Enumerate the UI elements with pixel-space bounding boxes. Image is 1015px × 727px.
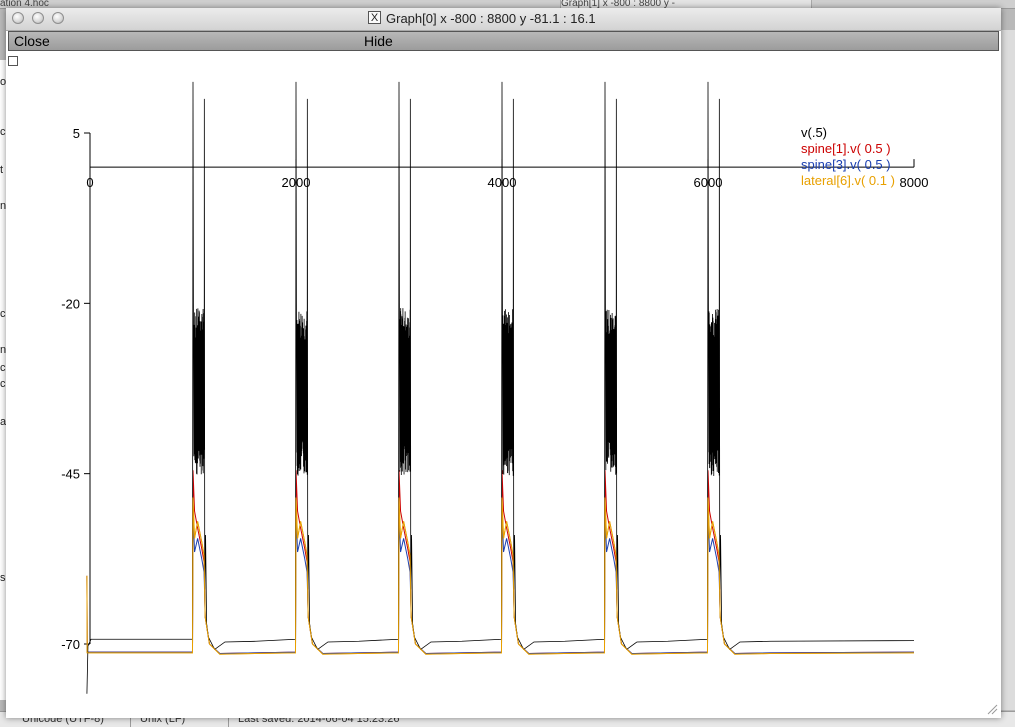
background-window-right: [1000, 30, 1015, 710]
strip-letter: c: [0, 362, 6, 374]
legend-entry: spine[3].v( 0.5 ): [801, 157, 891, 172]
series-spine1-line: [86, 470, 915, 655]
legend-entry: lateral[6].v( 0.1 ): [801, 173, 895, 188]
y-tick-label: 5: [73, 126, 80, 141]
series-v-line: [86, 81, 915, 694]
strip-letter: c: [0, 378, 6, 390]
y-tick-label: -45: [61, 467, 80, 482]
resize-grip-icon[interactable]: [986, 703, 998, 715]
series-spine3-line: [86, 511, 915, 655]
strip-letter: c: [0, 308, 6, 320]
voltage-trace-plot[interactable]: 5-20-45-700 2000 4000 6000 8000v(.5)spine[1]…: [6, 8, 1001, 718]
graph-window: X Graph[0] x -800 : 8800 y -81.1 : 16.1 C…: [6, 8, 1001, 718]
y-tick-label: -70: [61, 637, 80, 652]
series-lateral6-line: [86, 497, 915, 655]
strip-letter: s: [0, 572, 6, 584]
background-window-title-right: Graph[1] x -800 : 8800 y -: [560, 0, 812, 8]
strip-letter: c: [0, 126, 6, 138]
legend-entry: spine[1].v( 0.5 ): [801, 141, 891, 156]
legend-entry: v(.5): [801, 125, 827, 140]
background-window-title-left: ation 4.hoc: [0, 0, 49, 8]
x-tick-label: 0: [86, 175, 93, 190]
strip-letter: t: [0, 164, 4, 176]
series-lateral6-line-top: [86, 497, 915, 655]
y-tick-label: -20: [61, 296, 80, 311]
x-tick-label: 8000: [900, 175, 929, 190]
